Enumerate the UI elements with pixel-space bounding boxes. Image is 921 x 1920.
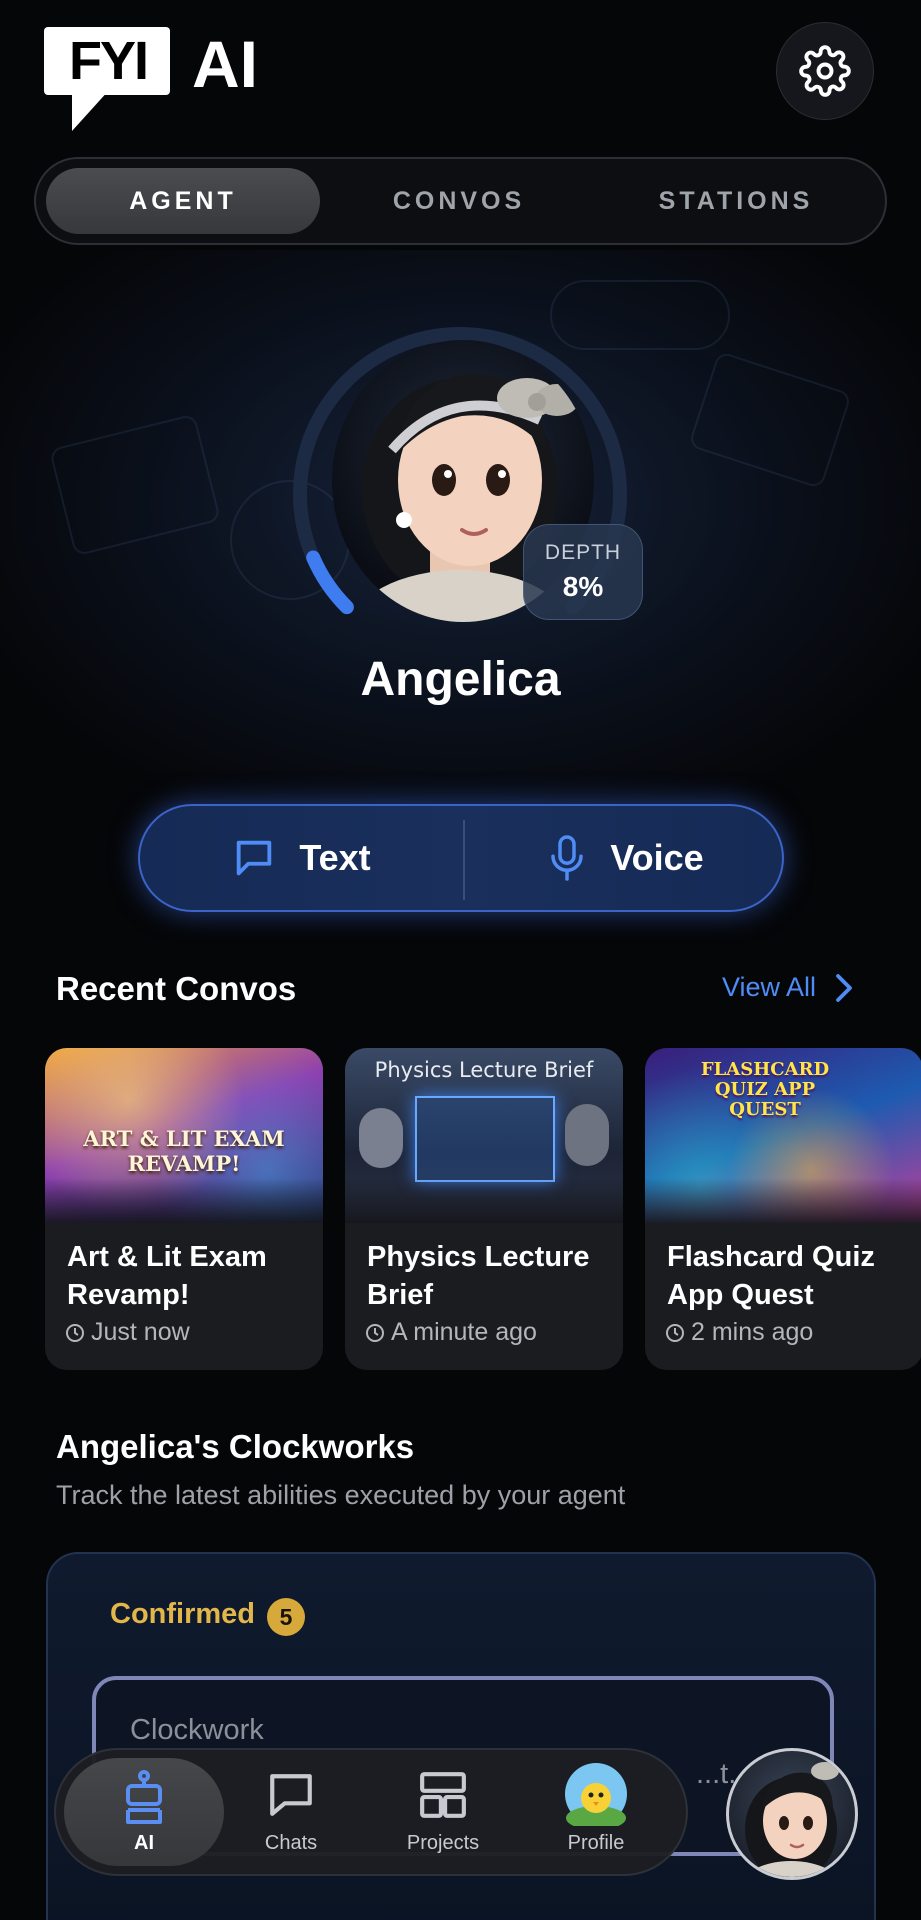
fyi-logo: FYI AI (44, 27, 274, 137)
nav-label-ai: AI (134, 1832, 154, 1854)
confirmed-count-badge: 5 (267, 1598, 305, 1636)
recent-convos-title: Recent Convos (56, 970, 297, 1007)
convo-timestamp: A minute ago (365, 1318, 537, 1347)
convo-title: Art & Lit Exam Revamp! (67, 1241, 267, 1311)
thumbnail-figure (565, 1104, 609, 1166)
clockworks-title: Angelica's Clockworks (56, 1428, 415, 1465)
clock-icon (366, 1323, 384, 1342)
tab-stations[interactable]: STATIONS (596, 168, 876, 234)
nav-item-projects[interactable]: Projects (363, 1758, 523, 1866)
clockworks-subtitle: Track the latest abilities executed by y… (56, 1480, 626, 1510)
avatar-illustration (744, 1762, 839, 1877)
clock-icon (666, 1323, 684, 1342)
logo-suffix: AI (192, 27, 258, 101)
text-mode-button[interactable]: Text (140, 806, 462, 910)
convo-card[interactable]: ART & LIT EXAM REVAMP! Art & Lit Exam Re… (45, 1048, 323, 1370)
thumbnail-board (415, 1096, 555, 1182)
thumbnail-fade (45, 1178, 323, 1223)
thumbnail-title: ART & LIT EXAM REVAMP! (83, 1126, 285, 1176)
microphone-icon (551, 835, 584, 881)
app-header: FYI AI (0, 0, 921, 140)
text-mode-label: Text (299, 837, 371, 878)
gear-icon (799, 45, 851, 97)
floating-agent-avatar[interactable] (726, 1748, 858, 1880)
logo-speech-tail (72, 89, 110, 131)
nav-label-projects: Projects (406, 1832, 480, 1854)
chevron-right-icon (836, 973, 852, 1002)
view-all-link[interactable]: View All (722, 972, 854, 1003)
robot-icon (126, 1770, 162, 1824)
thumbnail-figure (359, 1108, 403, 1168)
nav-item-chats[interactable]: Chats (211, 1758, 371, 1866)
profile-avatar-icon (565, 1763, 627, 1826)
thumbnail-title: Physics Lecture Brief (374, 1058, 594, 1082)
clock-icon (66, 1323, 84, 1342)
depth-progress-arc (306, 550, 354, 615)
voice-mode-button[interactable]: Voice (464, 806, 786, 910)
doodle-plane (687, 350, 853, 490)
tab-convos[interactable]: CONVOS (326, 168, 592, 234)
logo-text: FYI (68, 31, 149, 91)
convo-card[interactable]: Physics Lecture Brief Physics Lecture Br… (345, 1048, 623, 1370)
chat-bubble-icon (237, 840, 272, 876)
convo-title: Flashcard Quiz App Quest (667, 1241, 875, 1311)
thumbnail-fade (645, 1178, 921, 1223)
confirmed-label[interactable]: Confirmed (110, 1598, 255, 1631)
convo-card[interactable]: FLASHCARD QUIZ APP QUEST Flashcard Quiz … (645, 1048, 921, 1370)
thumbnail-title: FLASHCARD QUIZ APP QUEST (700, 1059, 830, 1120)
convo-timestamp: Just now (65, 1318, 190, 1347)
chat-bubble-icon (270, 1774, 312, 1816)
tab-agent[interactable]: AGENT (46, 168, 320, 234)
convo-thumbnail: ART & LIT EXAM REVAMP! (45, 1048, 323, 1223)
nav-item-profile[interactable]: Profile (516, 1758, 676, 1866)
voice-mode-label: Voice (610, 837, 704, 878)
convo-time-label: A minute ago (391, 1318, 537, 1346)
projects-grid-icon (420, 1772, 466, 1818)
clockwork-label: Clockwork (130, 1714, 264, 1746)
convo-thumbnail: FLASHCARD QUIZ APP QUEST (645, 1048, 921, 1223)
depth-badge: DEPTH 8% (523, 524, 643, 620)
agent-name: Angelica (360, 653, 561, 706)
segmented-tabs: AGENT CONVOS STATIONS (34, 157, 887, 245)
doodle-book (48, 413, 222, 557)
depth-value: 8% (562, 571, 604, 602)
nav-label-profile: Profile (567, 1832, 625, 1854)
view-all-label: View All (722, 972, 817, 1002)
chat-mode-selector: Text Voice (138, 804, 784, 912)
bottom-navigation: AI Chats Projects Profile (54, 1748, 688, 1876)
depth-label: DEPTH (544, 541, 622, 564)
convo-title: Physics Lecture Brief (367, 1241, 590, 1311)
convo-thumbnail: Physics Lecture Brief (345, 1048, 623, 1223)
settings-button[interactable] (776, 22, 874, 120)
nav-item-ai[interactable]: AI (64, 1758, 224, 1866)
convo-time-label: 2 mins ago (691, 1318, 814, 1346)
nav-label-chats: Chats (264, 1832, 318, 1854)
convo-time-label: Just now (91, 1318, 190, 1346)
convo-timestamp: 2 mins ago (665, 1318, 813, 1347)
thumbnail-fade (345, 1178, 623, 1223)
